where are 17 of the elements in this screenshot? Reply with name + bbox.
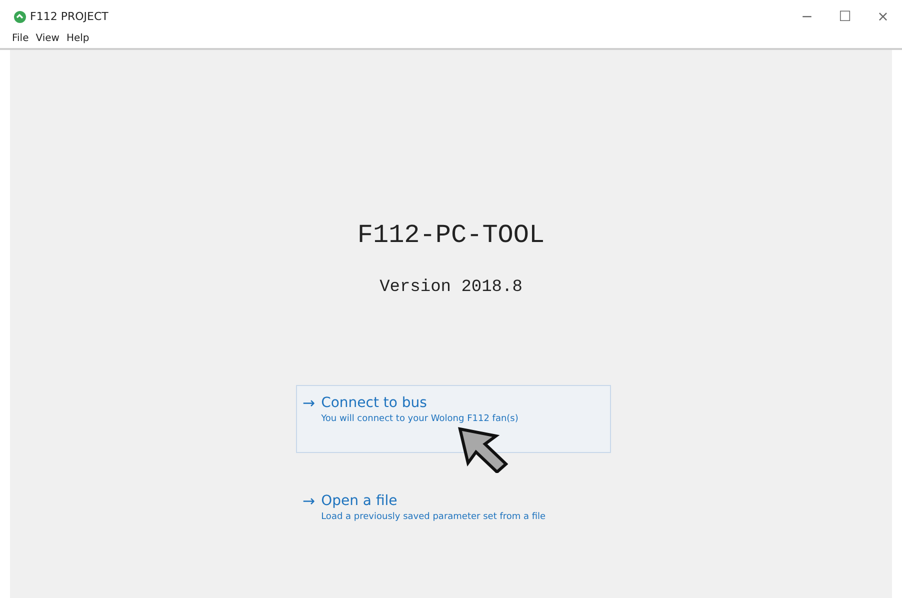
command-description: You will connect to your Wolong F112 fan(s) [321,413,518,426]
version-label: Version 2018.8 [380,278,522,297]
arrow-glyph: → [302,394,316,414]
menu-item[interactable]: View [36,32,60,45]
command-label: Open a file [321,492,398,510]
arrow-glyph: → [302,492,316,512]
maximize-button[interactable]: ☐ [826,4,864,30]
menu-item[interactable]: Help [66,32,90,45]
command-label: Connect to bus [321,394,428,412]
window-title: F112 PROJECT [30,10,108,23]
app-title: F112-PC-TOOL [357,220,545,250]
command-link[interactable]: → Open a file Load a previously saved parameter set from a file [296,483,610,551]
command-link[interactable]: → Connect to bus You will connect to your Wolong F112 fan(s) [296,385,610,453]
command-description: Load a previously saved parameter set from a file [321,511,546,524]
menu-item[interactable]: File [12,32,29,45]
close-button[interactable]: × [864,4,902,30]
minimize-button[interactable]: − [788,4,826,30]
